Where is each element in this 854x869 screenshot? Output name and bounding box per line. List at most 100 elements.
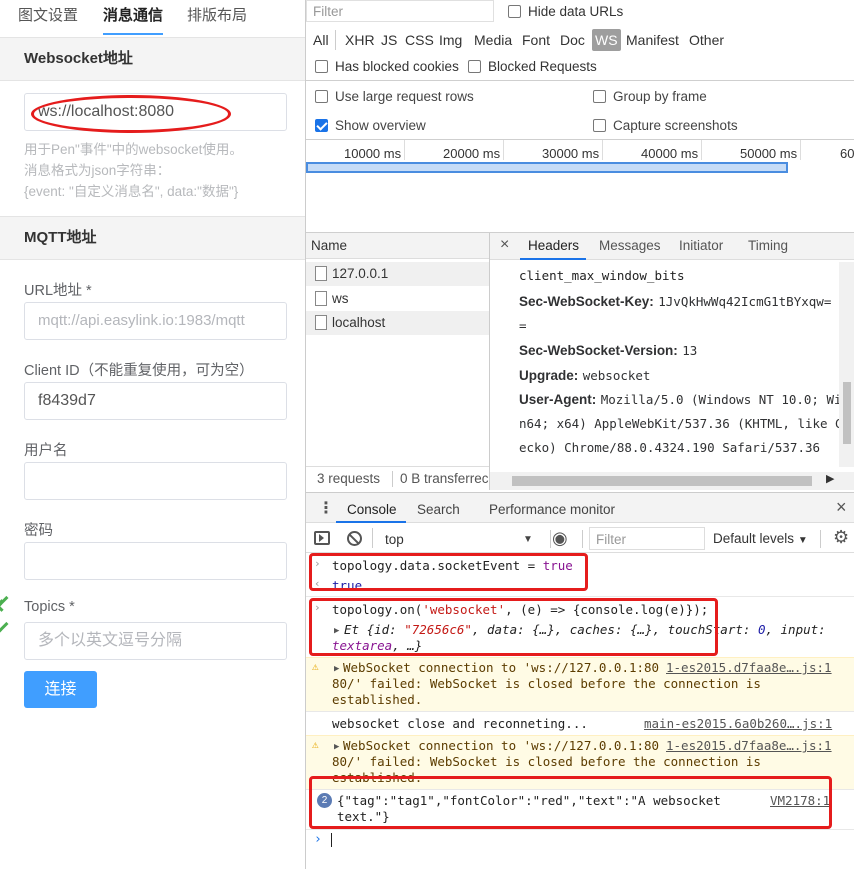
request-row[interactable]: ws (306, 287, 489, 311)
console-output: › topology.data.socketEvent = true ‹ tru… (306, 553, 854, 869)
header-key: Sec-WebSocket-Key: (519, 294, 654, 309)
scrollbar[interactable] (839, 262, 854, 467)
type-other[interactable]: Other (689, 32, 724, 48)
name-column-header[interactable]: Name (306, 233, 489, 259)
more-icon[interactable]: ⋮ (318, 498, 334, 518)
expand-arrow-icon[interactable]: ▶ (334, 664, 339, 674)
source-link[interactable]: main-es2015.6a0b260….js:1 (644, 716, 832, 731)
tab-messages[interactable]: Messages (599, 238, 661, 253)
context-selector[interactable]: top (385, 532, 404, 547)
timeline-bar (306, 162, 788, 173)
prompt-icon: › (314, 832, 322, 847)
show-overview-checkbox[interactable]: Show overview (315, 118, 426, 133)
type-all[interactable]: All (313, 32, 329, 48)
divider (550, 530, 551, 548)
sidebar-toggle-icon[interactable] (314, 531, 330, 545)
header-sec-websocket-key: Sec-WebSocket-Key: 1JvQkHwWq42IcmG1tBYxq… (519, 293, 831, 311)
source-link[interactable]: 1-es2015.d7faa8e….js:1 (666, 660, 832, 675)
tab-performance-monitor[interactable]: Performance monitor (489, 502, 615, 517)
warning-text: 80/' failed: WebSocket is closed before … (332, 754, 761, 769)
expand-arrow-icon[interactable]: ▶ (334, 742, 339, 752)
eye-icon[interactable]: ◉ (552, 529, 568, 547)
type-font[interactable]: Font (522, 32, 550, 48)
tab-search[interactable]: Search (417, 502, 460, 517)
connect-button[interactable]: 连接 (24, 671, 97, 708)
group-by-frame-checkbox[interactable]: Group by frame (593, 89, 707, 104)
divider (306, 711, 854, 712)
type-manifest[interactable]: Manifest (626, 32, 679, 48)
close-icon[interactable]: × (836, 497, 847, 518)
show-overview-label: Show overview (335, 118, 426, 133)
header-value: 1JvQkHwWq42IcmG1tBYxqw= (658, 294, 832, 309)
chevron-down-icon[interactable]: ▼ (523, 534, 533, 545)
request-row[interactable]: 127.0.0.1 (306, 262, 489, 286)
request-row[interactable]: localhost (306, 311, 489, 335)
close-icon[interactable]: × (500, 236, 509, 254)
header-key: Upgrade: (519, 368, 579, 383)
annotation-rect (309, 776, 832, 829)
type-css[interactable]: CSS (405, 32, 434, 48)
tab-initiator[interactable]: Initiator (679, 238, 723, 253)
topics-label: Topics * (24, 599, 75, 615)
tab-console[interactable]: Console (347, 502, 397, 517)
type-js[interactable]: JS (381, 32, 397, 48)
type-doc[interactable]: Doc (560, 32, 585, 48)
websocket-hint-1: 用于Pen"事件"中的websocket使用。 (24, 142, 243, 157)
type-media[interactable]: Media (474, 32, 512, 48)
warning-text: WebSocket connection to 'ws://127.0.0.1:… (343, 738, 660, 753)
websocket-hint-2: 消息格式为json字符串： (24, 163, 171, 178)
clientid-input[interactable]: f8439d7 (24, 382, 287, 420)
hide-data-urls-checkbox[interactable]: Hide data URLs (508, 4, 623, 19)
divider (820, 530, 821, 548)
header-value: 13 (682, 343, 698, 358)
type-xhr[interactable]: XHR (345, 32, 375, 48)
header-value-cont: ecko) Chrome/88.0.4324.190 Safari/537.36 (519, 440, 821, 455)
tab-headers[interactable]: Headers (528, 238, 579, 253)
tab-layout[interactable]: 排版布局 (187, 0, 247, 34)
request-name: 127.0.0.1 (332, 266, 389, 281)
header-value: Mozilla/5.0 (Windows NT 10.0; Wi (600, 392, 842, 407)
log-text: websocket close and reconneting... (332, 716, 588, 731)
tab-message-communication[interactable]: 消息通信 (103, 0, 163, 34)
gear-icon[interactable]: ⚙ (833, 527, 849, 548)
password-input[interactable] (24, 542, 287, 580)
blocked-requests-checkbox[interactable]: Blocked Requests (468, 59, 597, 74)
capture-screenshots-checkbox[interactable]: Capture screenshots (593, 118, 738, 133)
type-img[interactable]: Img (439, 32, 462, 48)
console-filter-input[interactable]: Filter (589, 527, 705, 550)
header-value-cont: = (519, 318, 527, 333)
header-key: Sec-WebSocket-Version: (519, 343, 678, 358)
status-requests: 3 requests (317, 471, 381, 486)
source-link[interactable]: 1-es2015.d7faa8e….js:1 (666, 738, 832, 753)
horizontal-scrollbar[interactable]: ▶ (490, 472, 854, 490)
status-transferred: 0 B transferrec (400, 471, 489, 486)
tab-graphic-settings[interactable]: 图文设置 (18, 0, 78, 34)
tab-timing[interactable]: Timing (748, 238, 788, 253)
warning-text: WebSocket connection to 'ws://127.0.0.1:… (343, 660, 660, 675)
request-name: ws (332, 291, 349, 306)
url-input[interactable]: mqtt://api.easylink.io:1983/mqtt (24, 302, 287, 340)
header-value-cont: n64; x64) AppleWebKit/537.36 (KHTML, lik… (519, 416, 843, 431)
arrow-right-icon[interactable]: ▶ (826, 472, 834, 485)
console-input-caret[interactable] (331, 833, 332, 847)
has-blocked-cookies-checkbox[interactable]: Has blocked cookies (315, 59, 459, 74)
network-filter-input[interactable]: Filter (306, 0, 494, 22)
divider (306, 829, 854, 830)
timeline-tick: 50000 ms (740, 146, 798, 161)
log-levels-dropdown[interactable]: Default levels ▼ (713, 531, 808, 546)
timeline-tick: 40000 ms (641, 146, 699, 161)
topics-input[interactable]: 多个以英文逗号分隔 (24, 622, 287, 660)
use-large-rows-checkbox[interactable]: Use large request rows (315, 89, 474, 104)
header-value: websocket (582, 368, 651, 383)
settings-panel: 图文设置 消息通信 排版布局 Websocket地址 ws://localhos… (0, 0, 305, 869)
websocket-hint-3: {event: "自定义消息名", data:"数据"} (24, 184, 239, 199)
mqtt-section-title: MQTT地址 (0, 216, 305, 260)
type-ws[interactable]: WS (592, 29, 621, 51)
warning-text: 80/' failed: WebSocket is closed before … (332, 676, 761, 691)
divider (306, 80, 854, 81)
document-icon (315, 291, 327, 306)
username-input[interactable] (24, 462, 287, 500)
timeline-overview[interactable]: 10000 ms 20000 ms 30000 ms 40000 ms 5000… (306, 140, 854, 232)
warning-icon: ⚠ (312, 738, 319, 751)
clear-console-icon[interactable] (347, 531, 362, 546)
